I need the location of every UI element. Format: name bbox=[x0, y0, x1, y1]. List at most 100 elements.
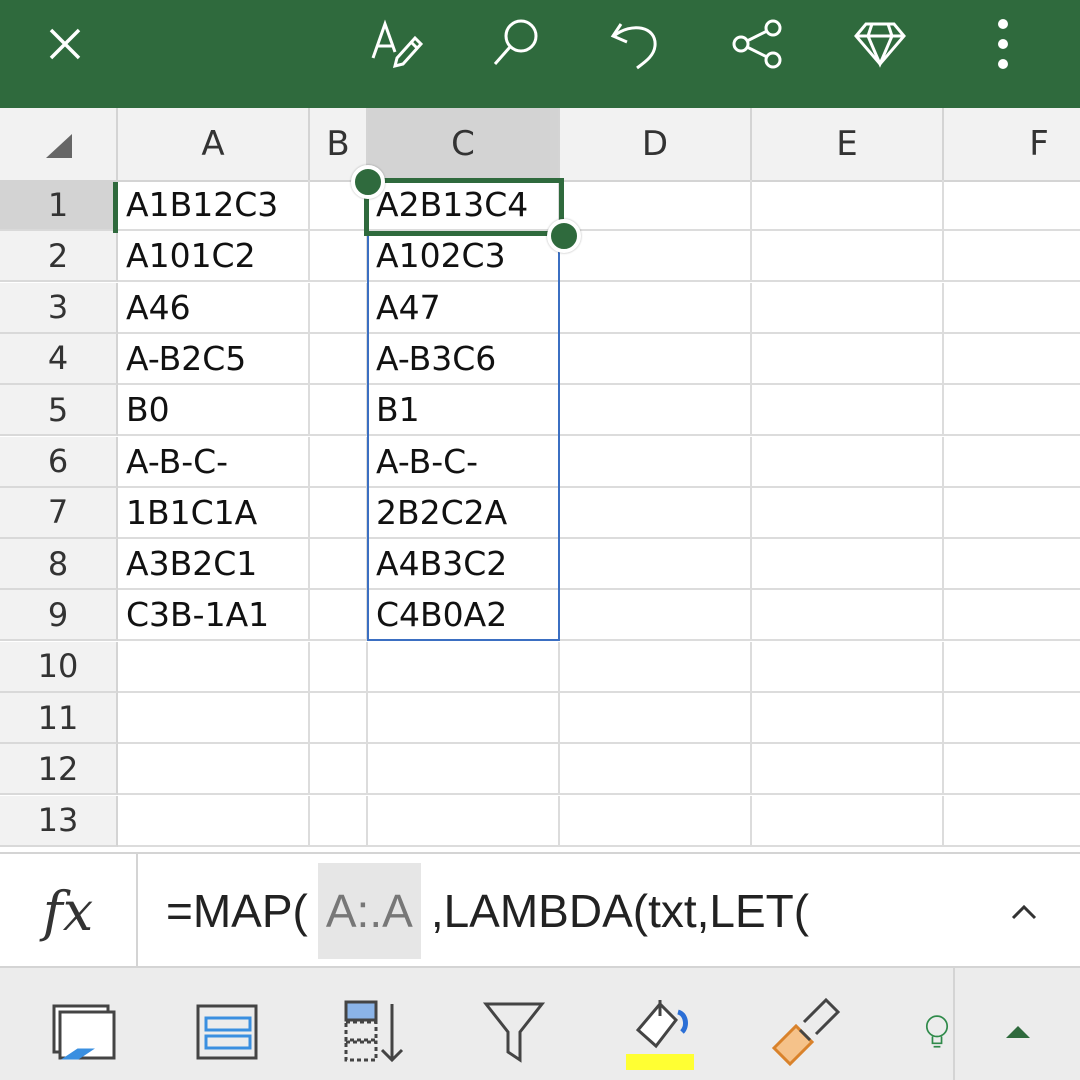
cell-a10[interactable] bbox=[118, 641, 310, 693]
row-header-2[interactable]: 2 bbox=[0, 231, 118, 283]
cell-a1[interactable]: A1B12C3 bbox=[118, 180, 310, 231]
more-icon[interactable] bbox=[968, 14, 1038, 74]
row-header-5[interactable]: 5 bbox=[0, 385, 118, 437]
row-header-12[interactable]: 12 bbox=[0, 744, 118, 796]
wrap-icon[interactable] bbox=[188, 992, 268, 1072]
close-icon[interactable] bbox=[30, 14, 100, 74]
cell-e2[interactable] bbox=[752, 231, 944, 283]
cell-b9[interactable] bbox=[310, 590, 368, 642]
row-header-7[interactable]: 7 bbox=[0, 487, 118, 539]
cell-c1[interactable]: A2B13C4 bbox=[368, 180, 560, 231]
cell-a7[interactable]: 1B1C1A bbox=[118, 487, 310, 539]
cell-f13[interactable] bbox=[944, 796, 1080, 847]
cell-c4[interactable]: A-B3C6 bbox=[368, 333, 560, 385]
cell-c5[interactable]: B1 bbox=[368, 385, 560, 437]
cell-b11[interactable] bbox=[310, 693, 368, 744]
cell-e6[interactable] bbox=[752, 436, 944, 488]
cell-d9[interactable] bbox=[560, 590, 752, 642]
cell-e4[interactable] bbox=[752, 333, 944, 385]
cell-c2[interactable]: A102C3 bbox=[368, 231, 560, 283]
sort-icon[interactable] bbox=[332, 992, 412, 1072]
row-header-10[interactable]: 10 bbox=[0, 641, 118, 693]
cell-b4[interactable] bbox=[310, 333, 368, 385]
cell-c6[interactable]: A-B-C- bbox=[368, 436, 560, 488]
column-header-a[interactable]: A bbox=[118, 108, 310, 180]
cell-a5[interactable]: B0 bbox=[118, 385, 310, 437]
cell-d6[interactable] bbox=[560, 436, 752, 488]
search-icon[interactable] bbox=[480, 14, 550, 74]
cell-c11[interactable] bbox=[368, 693, 560, 744]
undo-icon[interactable] bbox=[600, 14, 670, 74]
cell-b5[interactable] bbox=[310, 385, 368, 437]
share-icon[interactable] bbox=[722, 14, 792, 74]
column-header-d[interactable]: D bbox=[560, 108, 752, 180]
cell-a11[interactable] bbox=[118, 693, 310, 744]
cell-e13[interactable] bbox=[752, 795, 944, 847]
selection-handle-top-left[interactable] bbox=[351, 165, 385, 199]
cell-f11[interactable] bbox=[944, 693, 1080, 744]
pen-icon[interactable] bbox=[360, 14, 430, 74]
row-header-9[interactable]: 9 bbox=[0, 590, 118, 642]
cell-f8[interactable] bbox=[944, 539, 1080, 591]
collapse-icon[interactable] bbox=[978, 992, 1058, 1072]
cell-e11[interactable] bbox=[752, 693, 944, 744]
cell-a8[interactable]: A3B2C1 bbox=[118, 539, 310, 591]
cell-d4[interactable] bbox=[560, 333, 752, 385]
cell-f5[interactable] bbox=[944, 385, 1080, 437]
row-header-3[interactable]: 3 bbox=[0, 282, 118, 334]
cell-f1[interactable] bbox=[944, 180, 1080, 231]
row-header-11[interactable]: 11 bbox=[0, 693, 118, 744]
cell-c3[interactable]: A47 bbox=[368, 282, 560, 334]
cell-d8[interactable] bbox=[560, 539, 752, 591]
cell-a9[interactable]: C3B-1A1 bbox=[118, 590, 310, 642]
cell-d10[interactable] bbox=[560, 641, 752, 693]
row-header-4[interactable]: 4 bbox=[0, 333, 118, 385]
cell-d5[interactable] bbox=[560, 385, 752, 437]
cell-d12[interactable] bbox=[560, 744, 752, 796]
cell-c7[interactable]: 2B2C2A bbox=[368, 487, 560, 539]
cell-c10[interactable] bbox=[368, 641, 560, 693]
ideas-icon[interactable] bbox=[920, 992, 954, 1072]
cell-b8[interactable] bbox=[310, 539, 368, 591]
cell-e1[interactable] bbox=[752, 180, 944, 231]
cell-b3[interactable] bbox=[310, 282, 368, 334]
cell-d11[interactable] bbox=[560, 693, 752, 744]
cell-d2[interactable] bbox=[560, 231, 752, 283]
filter-icon[interactable] bbox=[474, 992, 554, 1072]
formula-input[interactable]: =MAP( A:.A ,LAMBDA(txt,LET( bbox=[166, 854, 809, 968]
cell-e3[interactable] bbox=[752, 282, 944, 334]
cell-b2[interactable] bbox=[310, 231, 368, 283]
cell-a6[interactable]: A-B-C- bbox=[118, 436, 310, 488]
cell-f6[interactable] bbox=[944, 437, 1080, 488]
cell-f4[interactable] bbox=[944, 334, 1080, 385]
cell-c13[interactable] bbox=[368, 795, 560, 847]
fill-color-icon[interactable] bbox=[620, 992, 700, 1072]
cell-d13[interactable] bbox=[560, 795, 752, 847]
format-painter-icon[interactable] bbox=[766, 992, 846, 1072]
cell-d3[interactable] bbox=[560, 282, 752, 334]
column-header-c[interactable]: C bbox=[368, 108, 560, 180]
row-header-8[interactable]: 8 bbox=[0, 539, 118, 591]
cell-e7[interactable] bbox=[752, 487, 944, 539]
chevron-up-icon[interactable] bbox=[1004, 892, 1044, 932]
select-all-corner[interactable] bbox=[0, 108, 118, 180]
cell-a2[interactable]: A101C2 bbox=[118, 231, 310, 283]
cell-a12[interactable] bbox=[118, 744, 310, 796]
cell-b6[interactable] bbox=[310, 436, 368, 488]
cell-f3[interactable] bbox=[944, 283, 1080, 334]
cell-b10[interactable] bbox=[310, 641, 368, 693]
cell-b13[interactable] bbox=[310, 795, 368, 847]
column-header-e[interactable]: E bbox=[752, 108, 944, 180]
cell-c8[interactable]: A4B3C2 bbox=[368, 539, 560, 591]
cell-b7[interactable] bbox=[310, 487, 368, 539]
cell-e9[interactable] bbox=[752, 590, 944, 642]
diamond-icon[interactable] bbox=[845, 14, 915, 74]
selection-handle-bottom-right[interactable] bbox=[547, 219, 581, 253]
cell-b12[interactable] bbox=[310, 744, 368, 796]
cell-a3[interactable]: A46 bbox=[118, 282, 310, 334]
cell-e12[interactable] bbox=[752, 744, 944, 796]
view-icon[interactable] bbox=[44, 992, 124, 1072]
cell-e8[interactable] bbox=[752, 539, 944, 591]
cell-e5[interactable] bbox=[752, 385, 944, 437]
row-header-1[interactable]: 1 bbox=[0, 180, 118, 231]
